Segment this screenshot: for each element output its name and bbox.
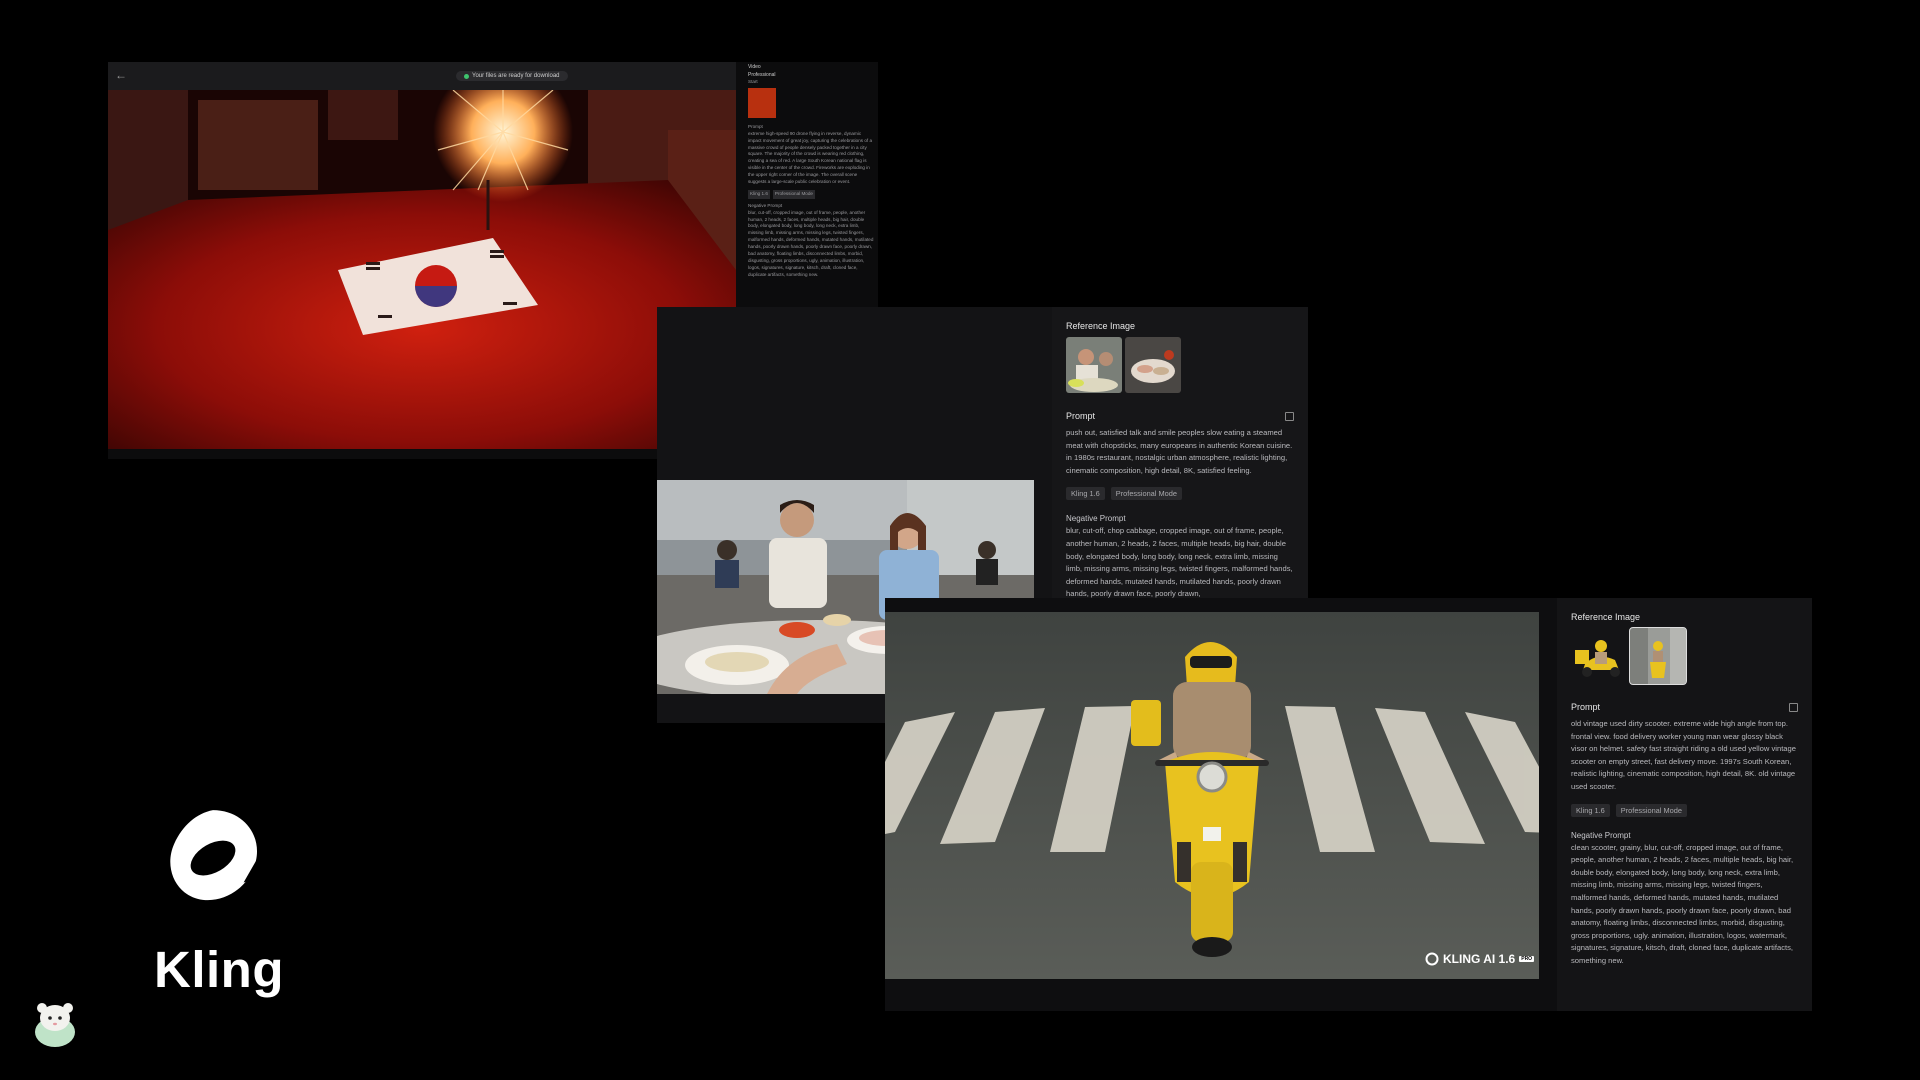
fireworks-crowd-image — [108, 90, 736, 449]
model-tags: Kling 1.6 Professional Mode — [748, 189, 874, 199]
kling-watermark-icon — [1425, 952, 1439, 966]
download-ready-text: Your files are ready for download — [472, 73, 560, 79]
scooter-scene-image — [885, 612, 1539, 979]
negative-prompt-text: blur, cut-off, chop cabbage, cropped ima… — [1066, 526, 1293, 599]
prompt-header: Prompt — [1571, 702, 1798, 712]
scooter-video-window: KLING AI 1.6 PRO Reference Image Prompt — [885, 598, 1812, 1011]
negative-prompt-label: Negative Prompt — [1066, 514, 1126, 524]
brand-name: Kling — [154, 941, 284, 998]
kling-watermark: KLING AI 1.6 PRO — [1425, 952, 1535, 966]
copy-icon[interactable] — [1285, 411, 1294, 421]
start-label: Start — [748, 79, 758, 84]
reference-thumbnail[interactable] — [1066, 337, 1122, 393]
mascot-icon — [35, 1003, 75, 1047]
back-button[interactable]: ← — [112, 66, 130, 84]
reference-thumbnails — [1066, 337, 1294, 393]
model-tags: Kling 1.6 Professional Mode — [1571, 803, 1798, 817]
negative-prompt-text: blur, cut-off, cropped image, out of fra… — [748, 209, 874, 277]
reference-thumbnail[interactable] — [1629, 627, 1687, 685]
mode-title: Professional — [748, 71, 776, 78]
download-ready-status: Your files are ready for download — [456, 71, 568, 81]
negative-prompt-label: Negative Prompt — [1571, 830, 1631, 840]
prompt-text: old vintage used dirty scooter. extreme … — [1571, 719, 1796, 791]
prompt-text: extreme high-speed 90 drone flying in re… — [748, 130, 873, 185]
reference-thumbnail[interactable] — [1571, 628, 1627, 684]
reference-image-label: Reference Image — [1571, 612, 1641, 622]
prompt-label: Prompt — [748, 123, 763, 129]
tag-model: Kling 1.6 — [748, 189, 770, 199]
reference-image-label: Reference Image — [1066, 321, 1136, 331]
tag-mode: Professional Mode — [1615, 803, 1687, 817]
prompt-header: Prompt — [1066, 411, 1294, 421]
prompt-text: push out, satisfied talk and smile peopl… — [1066, 428, 1293, 475]
tag-mode: Professional Mode — [1110, 487, 1182, 501]
negative-prompt-label: Negative Prompt — [748, 202, 783, 208]
model-tags: Kling 1.6 Professional Mode — [1066, 487, 1294, 501]
reference-thumbnails — [1571, 627, 1798, 685]
prompt-label: Prompt — [1571, 702, 1601, 712]
video-topbar: ← Your files are ready for download — [108, 62, 736, 90]
scooter-details-sidebar: Reference Image Prompt old vintage used … — [1557, 598, 1812, 1011]
tag-mode: Professional Mode — [772, 189, 815, 199]
kling-logo-icon — [170, 810, 262, 901]
prompt-label: Prompt — [1066, 411, 1096, 421]
status-dot-icon — [464, 73, 469, 79]
tag-model: Kling 1.6 — [1066, 487, 1105, 501]
tag-model: Kling 1.6 — [1571, 803, 1610, 817]
start-frame-thumbnail[interactable] — [748, 87, 776, 118]
watermark-badge: PRO — [1519, 956, 1535, 962]
copy-icon[interactable] — [1789, 702, 1798, 712]
tab-video[interactable]: Video — [748, 64, 874, 72]
watermark-text: KLING AI 1.6 — [1443, 952, 1516, 966]
negative-prompt-text: clean scooter, grainy, blur, cut-off, cr… — [1571, 842, 1794, 965]
reference-thumbnail[interactable] — [1125, 337, 1181, 393]
